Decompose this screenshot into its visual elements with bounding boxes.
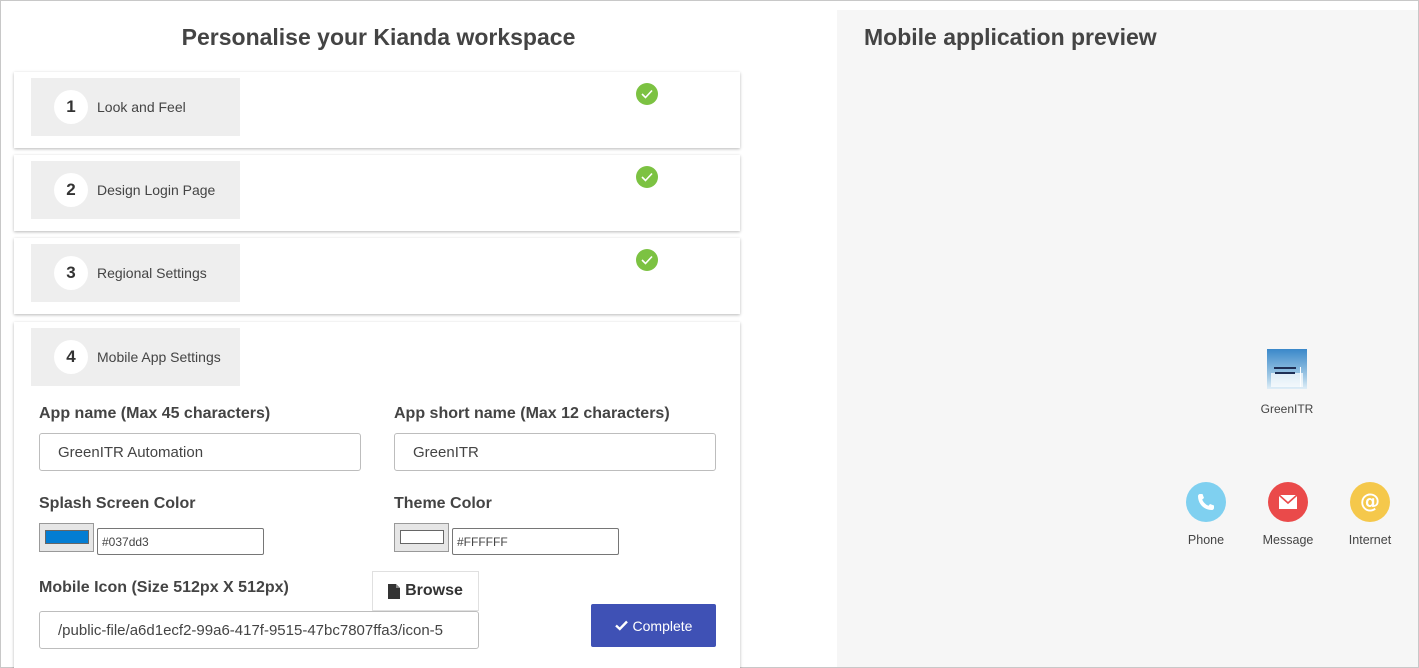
contact-label: Message (1262, 533, 1314, 547)
splash-color-swatch (45, 530, 89, 544)
contact-label: Phone (1187, 533, 1225, 547)
step-header[interactable]: 1 Look and Feel (31, 78, 240, 136)
step-label: Mobile App Settings (97, 349, 221, 365)
settings-panel: Personalise your Kianda workspace 1 Look… (0, 0, 757, 668)
svg-text:@: @ (1360, 491, 1380, 513)
app-name-input[interactable] (39, 433, 361, 471)
phone-icon (1186, 482, 1226, 522)
mobile-icon-path-input[interactable] (39, 611, 479, 649)
app-icon-image (1267, 349, 1307, 389)
check-icon (636, 83, 658, 105)
at-icon: @ (1350, 482, 1390, 522)
app-name-label: App name (Max 45 characters) (39, 405, 271, 422)
step-header[interactable]: 3 Regional Settings (31, 244, 240, 302)
step-number: 1 (54, 90, 88, 124)
envelope-icon (1268, 482, 1308, 522)
check-icon (636, 249, 658, 271)
contact-message[interactable]: Message (1248, 482, 1328, 547)
contact-label: Internet (1348, 533, 1392, 547)
checkmark-icon (614, 620, 628, 631)
contact-phone[interactable]: Phone (1166, 482, 1246, 547)
theme-color-picker[interactable] (394, 523, 449, 552)
preview-title: Mobile application preview (864, 24, 1157, 50)
contact-internet[interactable]: @ Internet (1330, 482, 1410, 547)
splash-color-input[interactable] (97, 528, 264, 555)
step-card-design-login-page[interactable]: 2 Design Login Page (14, 155, 740, 231)
step-number: 2 (54, 173, 88, 207)
browse-label: Browse (405, 582, 463, 599)
theme-color-swatch (400, 530, 444, 544)
theme-color-label: Theme Color (394, 495, 492, 512)
step-number: 3 (54, 256, 88, 290)
step-number: 4 (54, 340, 88, 374)
app-short-name-label: App short name (Max 12 characters) (394, 405, 670, 422)
mobile-preview-panel: Mobile application preview GreenITR Phon… (837, 10, 1418, 667)
app-short-name-input[interactable] (394, 433, 716, 471)
page-title: Personalise your Kianda workspace (181, 24, 576, 50)
step-header[interactable]: 4 Mobile App Settings (31, 328, 240, 386)
mobile-icon-label: Mobile Icon (Size 512px X 512px) (39, 579, 289, 596)
check-icon (636, 166, 658, 188)
complete-button[interactable]: Complete (591, 604, 716, 647)
step-label: Design Login Page (97, 182, 216, 198)
step-label: Regional Settings (97, 265, 207, 281)
step-card-regional-settings[interactable]: 3 Regional Settings (14, 238, 740, 314)
step-card-look-and-feel[interactable]: 1 Look and Feel (14, 72, 740, 148)
splash-color-label: Splash Screen Color (39, 495, 196, 512)
step-header[interactable]: 2 Design Login Page (31, 161, 240, 219)
browse-button[interactable]: Browse (372, 571, 479, 611)
complete-label: Complete (632, 617, 693, 634)
app-icon-label: GreenITR (1260, 402, 1314, 416)
theme-color-input[interactable] (452, 528, 619, 555)
splash-color-picker[interactable] (39, 523, 94, 552)
file-icon (388, 583, 401, 599)
step-label: Look and Feel (97, 99, 186, 115)
